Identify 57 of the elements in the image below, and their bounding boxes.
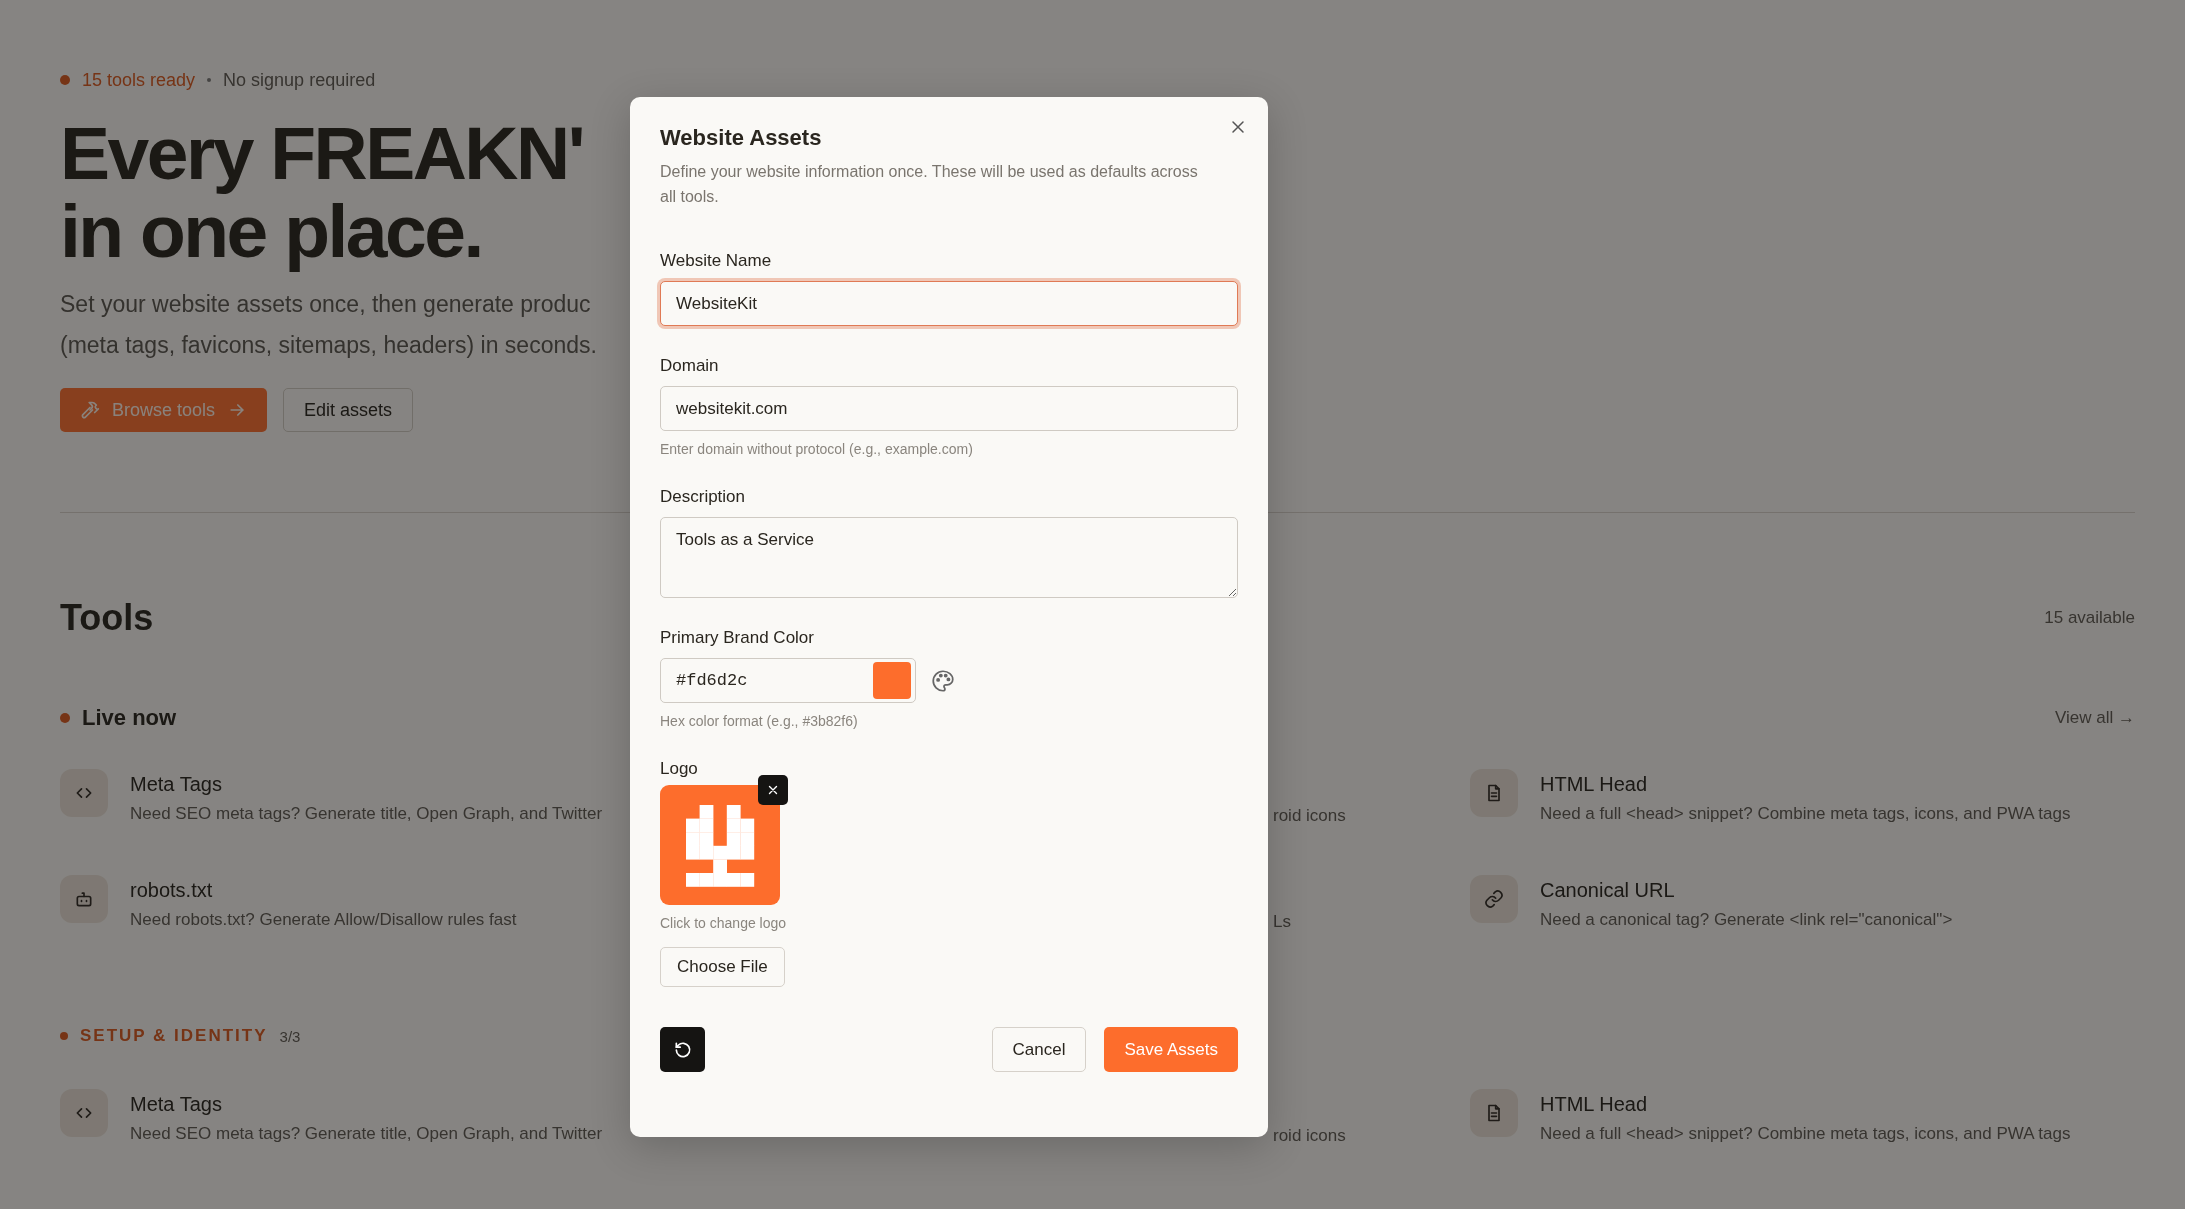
logo-image[interactable]: [660, 785, 780, 905]
section-count: 3/3: [279, 1027, 301, 1045]
modal-description: Define your website information once. These will be used as defaults across all tools.: [660, 162, 1199, 207]
tool-description: Ls: [1273, 912, 1291, 932]
remove-logo-button[interactable]: [758, 775, 788, 805]
tools-count: 15 available: [2044, 608, 2135, 628]
palette-icon[interactable]: [930, 667, 956, 694]
modal-title: Website Assets: [660, 124, 823, 152]
field-label: Logo: [660, 759, 698, 779]
field-hint: Hex color format (e.g., #3b82f6): [660, 713, 858, 729]
description-textarea[interactable]: Tools as a Service: [660, 517, 1238, 598]
tool-description: Need a full <head> snippet? Combine meta tags, icons, and PWA tags: [1540, 1124, 2071, 1144]
tool-title[interactable]: HTML Head: [1540, 1093, 1648, 1116]
status-text: 15 tools ready: [82, 69, 196, 91]
text-input[interactable]: WebsiteKit: [660, 281, 1238, 326]
hero-subtitle: Set your website assets once, then generate produc: [60, 290, 591, 319]
tool-title[interactable]: robots.txt: [130, 879, 213, 902]
tool-title[interactable]: Meta Tags: [130, 773, 222, 796]
link-icon: [1484, 889, 1504, 909]
tool-description: Need robots.txt? Generate Allow/Disallow rules fast: [130, 910, 517, 930]
hammer-icon: [80, 400, 100, 420]
tool-description: Need a full <head> snippet? Combine meta tags, icons, and PWA tags: [1540, 804, 2071, 824]
tool-title[interactable]: Canonical URL: [1540, 879, 1675, 902]
separator-dot: [207, 78, 212, 82]
tool-description: Need SEO meta tags? Generate title, Open Graph, and Twitter: [130, 804, 603, 824]
field-label: Domain: [660, 356, 719, 376]
view-all-link[interactable]: View all →: [2055, 708, 2135, 728]
tool-title[interactable]: Meta Tags: [130, 1093, 222, 1116]
tool-description: roid icons: [1273, 806, 1346, 826]
robot-icon: [74, 889, 94, 909]
tool-title[interactable]: HTML Head: [1540, 773, 1648, 796]
section-title: SETUP & IDENTITY: [80, 1026, 268, 1046]
color-swatch[interactable]: [873, 662, 911, 699]
status-dot: [60, 75, 70, 85]
hero-subtitle: (meta tags, favicons, sitemaps, headers) in seconds.: [60, 331, 597, 360]
section-dot: [60, 1032, 68, 1040]
tool-description: Need a canonical tag? Generate <link rel="canonical">: [1540, 910, 1953, 930]
field-hint: Click to change logo: [660, 915, 787, 931]
color-input[interactable]: #fd6d2c: [660, 658, 916, 703]
tool-description: Need SEO meta tags? Generate title, Open Graph, and Twitter: [130, 1124, 603, 1144]
close-icon: [766, 783, 780, 797]
edit-assets-button[interactable]: Edit assets: [283, 388, 414, 432]
field-hint: Enter domain without protocol (e.g., example.com): [660, 441, 973, 457]
field-label: Description: [660, 487, 746, 507]
section-title: Live now: [82, 705, 177, 731]
hero-heading: Every FREAKN': [60, 114, 583, 192]
tool-description: roid icons: [1273, 1126, 1346, 1146]
field-label: Website Name: [660, 251, 772, 271]
text-input[interactable]: websitekit.com: [660, 386, 1238, 431]
section-dot: [60, 713, 70, 723]
tools-heading: Tools: [60, 597, 154, 639]
cancel-button[interactable]: Cancel: [991, 1027, 1087, 1072]
field-label: Primary Brand Color: [660, 628, 814, 648]
choose-file-button[interactable]: Choose File: [660, 947, 785, 987]
reset-button[interactable]: [660, 1027, 705, 1072]
note-text: No signup required: [223, 69, 376, 91]
save-assets-button[interactable]: Save Assets: [1104, 1027, 1238, 1072]
